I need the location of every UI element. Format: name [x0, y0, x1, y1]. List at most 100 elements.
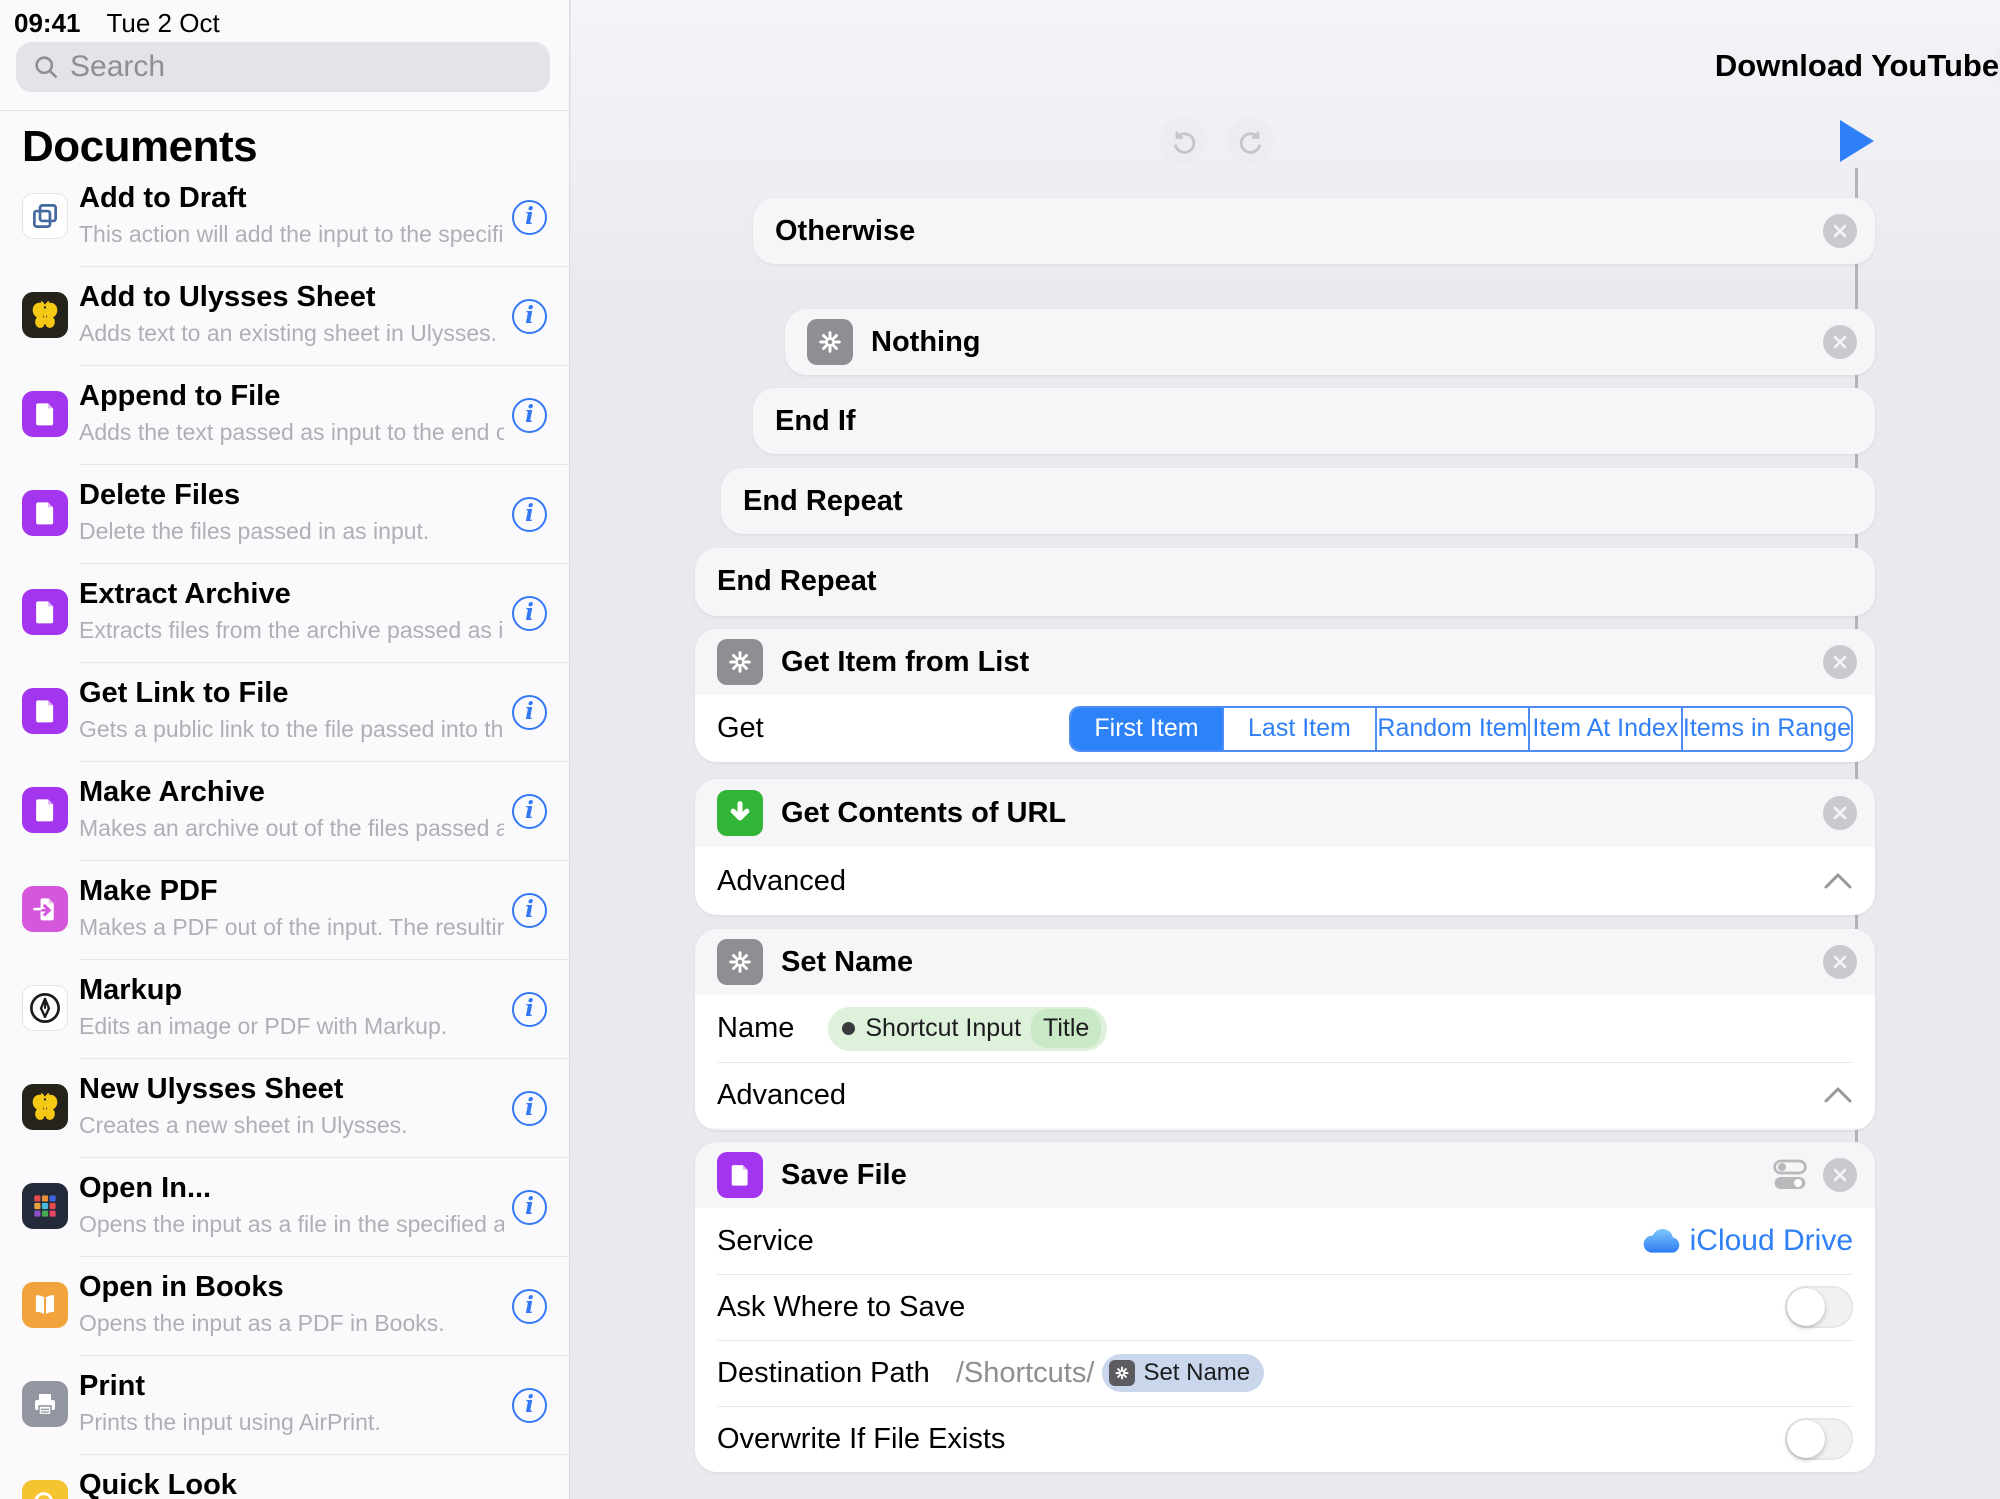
info-button[interactable]: [512, 992, 547, 1027]
list-item-add-to-ulysses-sheet[interactable]: Add to Ulysses SheetAdds text to an exis…: [0, 267, 570, 366]
date-text: Tue 2 Oct: [107, 8, 220, 38]
info-button[interactable]: [512, 695, 547, 730]
info-button[interactable]: [512, 497, 547, 532]
connector-line: [1855, 762, 1858, 779]
chevron-up-icon: [1823, 872, 1853, 890]
action-list: Add to DraftThis action will add the inp…: [0, 168, 570, 1499]
info-button[interactable]: [512, 398, 547, 433]
list-item-print[interactable]: Print Prints the input using AirPrint.: [0, 1356, 570, 1455]
list-item-delete-files[interactable]: Delete FilesDelete the files passed in a…: [0, 465, 570, 564]
action-description: Opens the input as a PDF in Books.: [79, 1310, 504, 1337]
info-button[interactable]: [512, 1388, 547, 1423]
mini-gear-icon: [1109, 1360, 1135, 1386]
info-button[interactable]: [512, 299, 547, 334]
remove-action-button[interactable]: [1823, 214, 1857, 248]
service-row[interactable]: Service iCloud Drive: [695, 1208, 1875, 1274]
action-end-repeat-inner[interactable]: End Repeat: [721, 468, 1875, 534]
variable-dot-icon: [842, 1022, 855, 1035]
action-description: Adds text to an existing sheet in Ulysse…: [79, 320, 504, 347]
remove-action-button[interactable]: [1823, 796, 1857, 830]
info-button[interactable]: [512, 1289, 547, 1324]
list-item-open-in-books[interactable]: Open in BooksOpens the input as a PDF in…: [0, 1257, 570, 1356]
list-item-quick-look[interactable]: Quick Look: [0, 1455, 570, 1499]
list-item-make-archive[interactable]: Make ArchiveMakes an archive out of the …: [0, 762, 570, 861]
path-prefix: /Shortcuts/: [956, 1357, 1095, 1390]
variable-token-set-name[interactable]: Set Name: [1102, 1354, 1264, 1392]
destination-path-label: Destination Path: [717, 1357, 930, 1390]
status-time-date: 09:41Tue 2 Oct: [14, 8, 220, 39]
variable-token-shortcut-input[interactable]: Shortcut Input Title: [828, 1007, 1107, 1051]
remove-action-button[interactable]: [1823, 325, 1857, 359]
param-label-name: Name: [717, 1012, 794, 1045]
ask-where-to-save-label: Ask Where to Save: [717, 1291, 965, 1324]
segment-first-item[interactable]: First Item: [1071, 708, 1222, 750]
connector-line: [1855, 264, 1858, 309]
action-set-name[interactable]: Set Name Name Shortcut Input Title Advan…: [695, 929, 1875, 1130]
action-name: Open In...: [79, 1172, 211, 1205]
ask-where-to-save-row: Ask Where to Save: [695, 1274, 1875, 1340]
connector-line: [1855, 915, 1858, 929]
action-get-item-from-list[interactable]: Get Item from List Get First Item Last I…: [695, 629, 1875, 762]
close-icon: [1832, 805, 1848, 821]
action-get-contents-of-url[interactable]: Get Contents of URL Advanced: [695, 779, 1875, 915]
list-item-new-ulysses-sheet[interactable]: New Ulysses SheetCreates a new sheet in …: [0, 1059, 570, 1158]
info-button[interactable]: [512, 596, 547, 631]
action-name: Quick Look: [79, 1469, 237, 1499]
ask-where-to-save-toggle-off[interactable]: [1785, 1286, 1853, 1328]
destination-path-row[interactable]: Destination Path /Shortcuts/ Set Name: [695, 1340, 1875, 1406]
segment-random-item[interactable]: Random Item: [1375, 708, 1528, 750]
action-name: Print: [79, 1370, 145, 1403]
list-item-extract-archive[interactable]: Extract ArchiveExtracts files from the a…: [0, 564, 570, 663]
action-save-file[interactable]: Save File Service iCloud Drive Ask Where…: [695, 1142, 1875, 1472]
info-button[interactable]: [512, 794, 547, 829]
list-item-get-link-to-file[interactable]: Get Link to FileGets a public link to th…: [0, 663, 570, 762]
list-item-markup[interactable]: MarkupEdits an image or PDF with Markup.: [0, 960, 570, 1059]
action-name: New Ulysses Sheet: [79, 1073, 343, 1106]
show-more-toggles-icon[interactable]: [1771, 1159, 1809, 1191]
connector-line: [1855, 1130, 1858, 1142]
info-button[interactable]: [512, 893, 547, 928]
gear-icon: [717, 939, 763, 985]
variable-property[interactable]: Title: [1031, 1009, 1101, 1048]
action-end-repeat-outer[interactable]: End Repeat: [695, 548, 1875, 616]
search-input[interactable]: Search: [16, 42, 550, 92]
info-button[interactable]: [512, 200, 547, 235]
download-arrow-icon: [717, 790, 763, 836]
info-button[interactable]: [512, 1091, 547, 1126]
action-description: Extracts files from the archive passed a…: [79, 617, 504, 644]
advanced-row[interactable]: Advanced: [695, 1062, 1875, 1128]
gear-icon: [717, 639, 763, 685]
undo-button[interactable]: [1160, 117, 1207, 164]
remove-action-button[interactable]: [1823, 1158, 1857, 1192]
segment-items-in-range[interactable]: Items in Range: [1681, 708, 1851, 750]
segment-item-at-index[interactable]: Item At Index: [1528, 708, 1681, 750]
list-item-append-to-file[interactable]: Append to FileAdds the text passed as in…: [0, 366, 570, 465]
service-value[interactable]: iCloud Drive: [1641, 1224, 1853, 1258]
sidebar-heading: Documents: [22, 122, 257, 172]
get-item-segmented-control: First Item Last Item Random Item Item At…: [1069, 706, 1853, 752]
list-item-open-in[interactable]: Open In...Opens the input as a file in t…: [0, 1158, 570, 1257]
connector-line: [1855, 375, 1858, 388]
action-description: Prints the input using AirPrint.: [79, 1409, 504, 1436]
overwrite-toggle-off[interactable]: [1785, 1418, 1853, 1460]
list-item-add-to-draft[interactable]: Add to DraftThis action will add the inp…: [0, 168, 570, 267]
chevron-up-icon: [1823, 1086, 1853, 1104]
action-end-if[interactable]: End If: [753, 388, 1875, 454]
list-item-make-pdf[interactable]: Make PDFMakes a PDF out of the input. Th…: [0, 861, 570, 960]
action-nothing[interactable]: Nothing: [785, 309, 1875, 375]
action-label: End Repeat: [743, 485, 903, 518]
close-icon: [1832, 223, 1848, 239]
action-otherwise[interactable]: Otherwise: [753, 198, 1875, 264]
segment-last-item[interactable]: Last Item: [1222, 708, 1375, 750]
action-title: Set Name: [781, 946, 913, 979]
action-label: End Repeat: [717, 565, 877, 598]
remove-action-button[interactable]: [1823, 645, 1857, 679]
info-button[interactable]: [512, 1190, 547, 1225]
action-label: Otherwise: [775, 215, 915, 248]
run-shortcut-button[interactable]: [1837, 118, 1877, 164]
advanced-row[interactable]: Advanced: [695, 847, 1875, 915]
action-description: Makes an archive out of the files passed…: [79, 815, 504, 842]
action-name: Append to File: [79, 380, 280, 413]
remove-action-button[interactable]: [1823, 945, 1857, 979]
redo-button[interactable]: [1227, 117, 1274, 164]
